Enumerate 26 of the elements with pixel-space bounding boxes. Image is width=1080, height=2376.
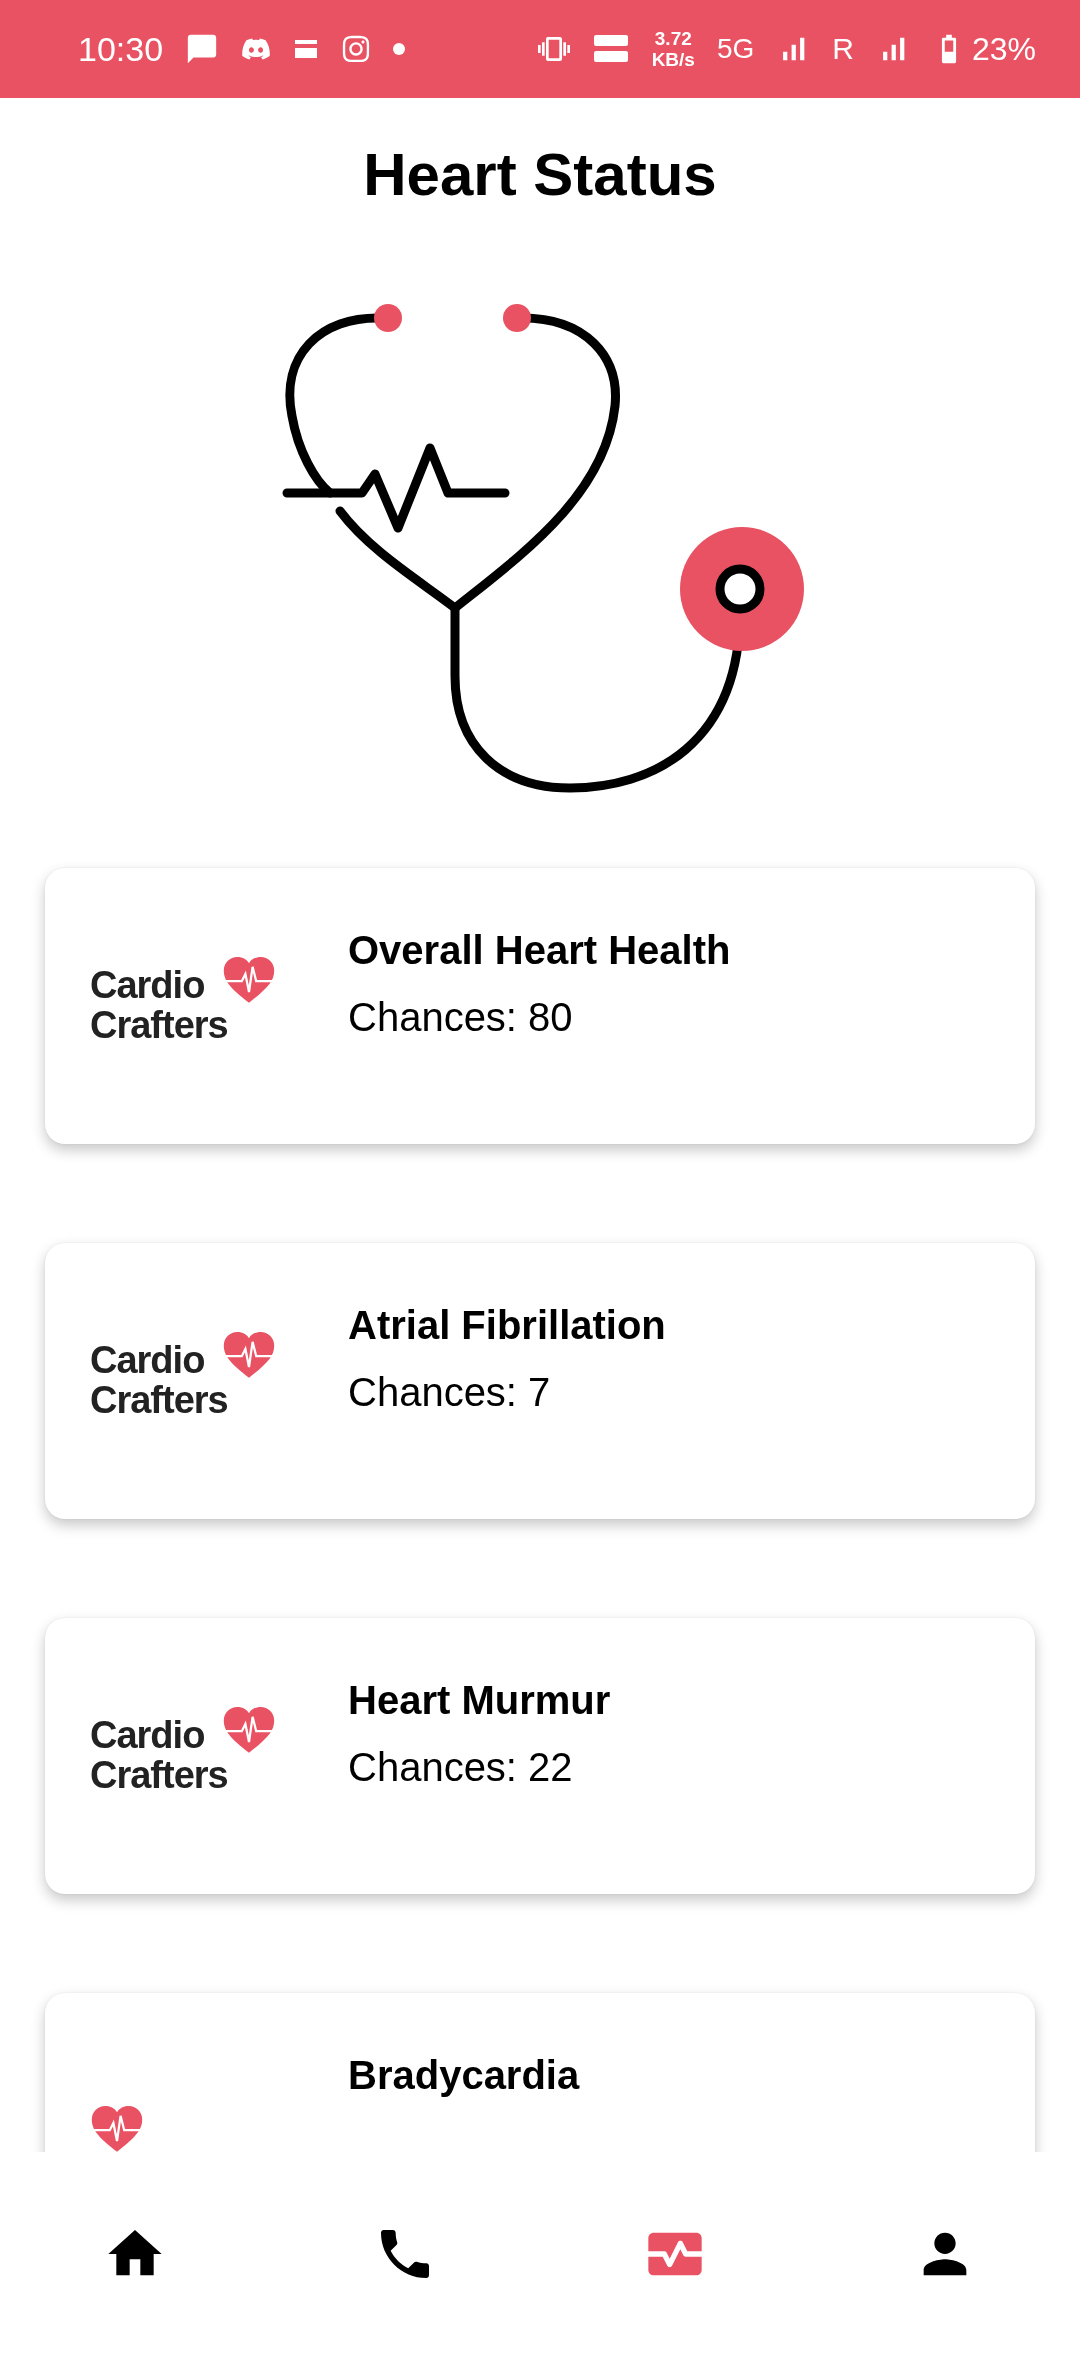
brand-logo-text: Cardio Crafters: [90, 1716, 228, 1796]
condition-card[interactable]: Cardio Crafters Heart Murmur Chances: 22: [45, 1618, 1035, 1894]
heart-pulse-icon: [222, 956, 276, 1005]
brand-logo-text: Cardio Crafters: [90, 1341, 228, 1421]
condition-title: Atrial Fibrillation: [348, 1303, 666, 1348]
heart-pulse-icon: [222, 1331, 276, 1380]
speed-unit: KB/s: [651, 50, 695, 69]
instagram-icon: [341, 34, 372, 64]
chance-value: Chances: 7: [348, 1370, 552, 1415]
roaming-indicator: R: [832, 34, 854, 64]
page-title: Heart Status: [363, 140, 717, 209]
network-type: 5G: [716, 35, 755, 63]
heart-pulse-icon: [222, 1706, 276, 1755]
battery-level: 23%: [971, 33, 1036, 65]
notification-dot: [393, 43, 406, 55]
brand-logo-text: Cardio Crafters: [90, 966, 228, 1046]
condition-title: Bradycardia: [348, 2053, 580, 2098]
condition-card[interactable]: Cardio Crafters Overall Heart Health Chances: 80: [45, 868, 1035, 1144]
condition-card[interactable]: Bradycardia: [45, 1993, 1035, 2152]
network-speed: 3.72: [654, 29, 692, 48]
condition-title: Overall Heart Health: [348, 928, 731, 973]
condition-title: Heart Murmur: [348, 1678, 611, 1723]
status-time: 10:30: [78, 32, 164, 66]
condition-card[interactable]: Cardio Crafters Atrial Fibrillation Chances: 7: [45, 1243, 1035, 1519]
chance-value: Chances: 22: [348, 1745, 574, 1790]
chance-value: Chances: 80: [348, 995, 574, 1040]
